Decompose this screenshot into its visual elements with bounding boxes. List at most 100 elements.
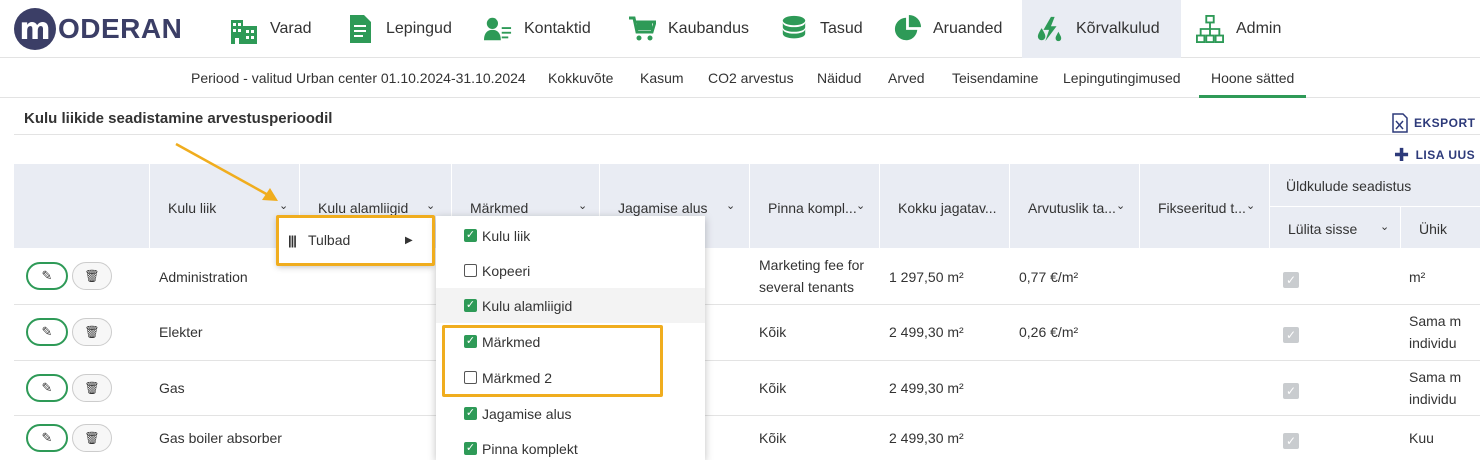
edit-button[interactable]: ✎ xyxy=(26,262,68,290)
tab-hoone-satted[interactable]: Hoone sätted xyxy=(1199,58,1307,98)
header-group-label: Üldkulude seadistus xyxy=(1286,178,1412,194)
chevron-down-icon[interactable]: ⌄ xyxy=(578,199,587,212)
nav-item-admin[interactable]: Admin xyxy=(1196,0,1281,58)
cell-uhik: Sama m individu xyxy=(1409,310,1461,354)
cell-text: Sama m xyxy=(1409,313,1462,329)
header-fikseeritud[interactable]: Fikseeritud t... ⌄ xyxy=(1140,164,1270,248)
enabled-checkbox: ✓ xyxy=(1283,383,1299,399)
nav-label: Varad xyxy=(270,20,312,37)
tab-teisendamine[interactable]: Teisendamine xyxy=(952,58,1038,98)
nav-item-varad[interactable]: Varad xyxy=(230,0,312,58)
org-chart-icon xyxy=(1196,14,1224,44)
header-label: Märkmed xyxy=(470,200,529,216)
header-uhik[interactable]: Ühik xyxy=(1401,206,1480,248)
cart-icon xyxy=(628,14,656,44)
delete-button[interactable]: 🗑 xyxy=(72,424,112,452)
chevron-down-icon[interactable]: ⌄ xyxy=(1116,199,1125,212)
excel-file-icon xyxy=(1392,113,1408,133)
title-divider xyxy=(14,134,1480,135)
menu-item-label: Kulu liik xyxy=(482,227,531,244)
edit-button[interactable]: ✎ xyxy=(26,424,68,452)
header-label: Kulu alamliigid xyxy=(318,200,409,216)
checkbox-checked[interactable]: ✓ xyxy=(464,299,477,312)
header-pinna-komplekt[interactable]: Pinna kompl... ⌄ xyxy=(750,164,880,248)
tab-naidud[interactable]: Näidud xyxy=(817,58,861,98)
edit-button[interactable]: ✎ xyxy=(26,374,68,402)
chevron-down-icon[interactable]: ⌄ xyxy=(426,199,435,212)
cell-kokku: 1 297,50 m² xyxy=(889,269,964,285)
nav-item-kontaktid[interactable]: Kontaktid xyxy=(484,0,591,58)
tab-kasum[interactable]: Kasum xyxy=(640,58,684,98)
utilities-icon xyxy=(1036,14,1064,44)
nav-label: Aruanded xyxy=(933,20,1003,37)
top-navigation: m ODERAN Varad Lepingud Kontaktid Kauban… xyxy=(0,0,1480,58)
cell-kokku: 2 499,30 m² xyxy=(889,380,964,396)
header-actions xyxy=(14,164,150,248)
table-row: ✎ 🗑 Gas Kõik 2 499,30 m² ✓ Sama m individ… xyxy=(14,361,1480,416)
nav-item-korvalkulud[interactable]: Kõrvalkulud xyxy=(1022,0,1181,58)
column-toggle-pinna-komplekt[interactable]: ✓ Pinna komplekt xyxy=(436,431,705,460)
chevron-down-icon[interactable]: ⌄ xyxy=(726,199,735,212)
checkbox-checked[interactable]: ✓ xyxy=(464,442,477,455)
logo-mark: m xyxy=(14,8,56,50)
nav-label: Kontaktid xyxy=(524,20,591,37)
cell-pinna-komplekt: Kõik xyxy=(759,380,787,396)
column-toggle-jagamise-alus[interactable]: ✓ Jagamise alus xyxy=(436,396,705,431)
annotation-arrow-icon xyxy=(175,142,278,201)
chevron-down-icon[interactable]: ⌄ xyxy=(1380,220,1389,233)
delete-button[interactable]: 🗑 xyxy=(72,318,112,346)
cell-text: individu xyxy=(1409,335,1457,351)
tab-arved[interactable]: Arved xyxy=(888,58,925,98)
menu-item-label: Pinna komplekt xyxy=(482,440,578,457)
cell-arvutuslik: 0,77 €/m² xyxy=(1019,269,1079,285)
trash-icon: 🗑 xyxy=(84,269,100,283)
cell-text: Sama m xyxy=(1409,369,1462,385)
tab-kokkuvote[interactable]: Kokkuvõte xyxy=(548,58,613,98)
tab-co2-arvestus[interactable]: CO2 arvestus xyxy=(708,58,794,98)
nav-item-tasud[interactable]: Tasud xyxy=(780,0,863,58)
cell-kulu-liik: Gas boiler absorber xyxy=(159,430,282,446)
delete-button[interactable]: 🗑 xyxy=(72,262,112,290)
chevron-down-icon[interactable]: ⌄ xyxy=(856,199,865,212)
trash-icon: 🗑 xyxy=(84,325,100,339)
annotation-highlight-tulbad xyxy=(276,215,435,266)
nav-label: Kõrvalkulud xyxy=(1076,20,1160,37)
pencil-icon: ✎ xyxy=(41,430,53,445)
checkbox-unchecked[interactable] xyxy=(464,264,477,277)
cell-text: individu xyxy=(1409,391,1457,407)
column-toggle-kulu-alamliigid[interactable]: ✓ Kulu alamliigid xyxy=(436,288,705,323)
header-label: Ühik xyxy=(1419,221,1448,237)
enabled-checkbox: ✓ xyxy=(1283,433,1299,449)
cell-text: several tenants xyxy=(759,279,854,295)
column-toggle-kulu-liik[interactable]: ✓ Kulu liik xyxy=(436,218,705,253)
chevron-down-icon[interactable]: ⌄ xyxy=(1246,199,1255,212)
sub-navigation: Periood - valitud Urban center 01.10.202… xyxy=(0,58,1480,98)
enabled-checkbox: ✓ xyxy=(1283,272,1299,288)
period-selector[interactable]: Periood - valitud Urban center 01.10.202… xyxy=(191,58,526,98)
checkbox-checked[interactable]: ✓ xyxy=(464,407,477,420)
cell-uhik: Kuu xyxy=(1409,430,1434,446)
nav-label: Tasud xyxy=(820,20,863,37)
header-label: Arvutuslik ta... xyxy=(1028,200,1116,216)
document-icon xyxy=(346,14,374,44)
moderan-logo[interactable]: m ODERAN xyxy=(14,8,182,50)
header-kokku-jagatav[interactable]: Kokku jagatav... xyxy=(880,164,1010,248)
export-label: EKSPORT xyxy=(1414,116,1476,130)
header-arvutuslik[interactable]: Arvutuslik ta... ⌄ xyxy=(1010,164,1140,248)
checkbox-checked[interactable]: ✓ xyxy=(464,229,477,242)
header-label: Kokku jagatav... xyxy=(898,200,997,216)
header-lulita-sisse[interactable]: Lülita sisse ⌄ xyxy=(1270,206,1401,248)
nav-item-kaubandus[interactable]: Kaubandus xyxy=(628,0,749,58)
cell-arvutuslik: 0,26 €/m² xyxy=(1019,324,1079,340)
export-button[interactable]: EKSPORT xyxy=(1392,113,1476,133)
cell-kulu-liik: Administration xyxy=(159,269,248,285)
nav-item-aruanded[interactable]: Aruanded xyxy=(893,0,1002,58)
column-toggle-kopeeri[interactable]: Kopeeri xyxy=(436,253,705,288)
edit-button[interactable]: ✎ xyxy=(26,318,68,346)
add-new-button[interactable]: ✚ LISA UUS xyxy=(1394,146,1475,164)
table-row: ✎ 🗑 Elekter Kõik 2 499,30 m² 0,26 €/m² ✓… xyxy=(14,305,1480,361)
enabled-checkbox: ✓ xyxy=(1283,327,1299,343)
tab-lepingutingimused[interactable]: Lepingutingimused xyxy=(1063,58,1181,98)
delete-button[interactable]: 🗑 xyxy=(72,374,112,402)
nav-item-lepingud[interactable]: Lepingud xyxy=(346,0,452,58)
